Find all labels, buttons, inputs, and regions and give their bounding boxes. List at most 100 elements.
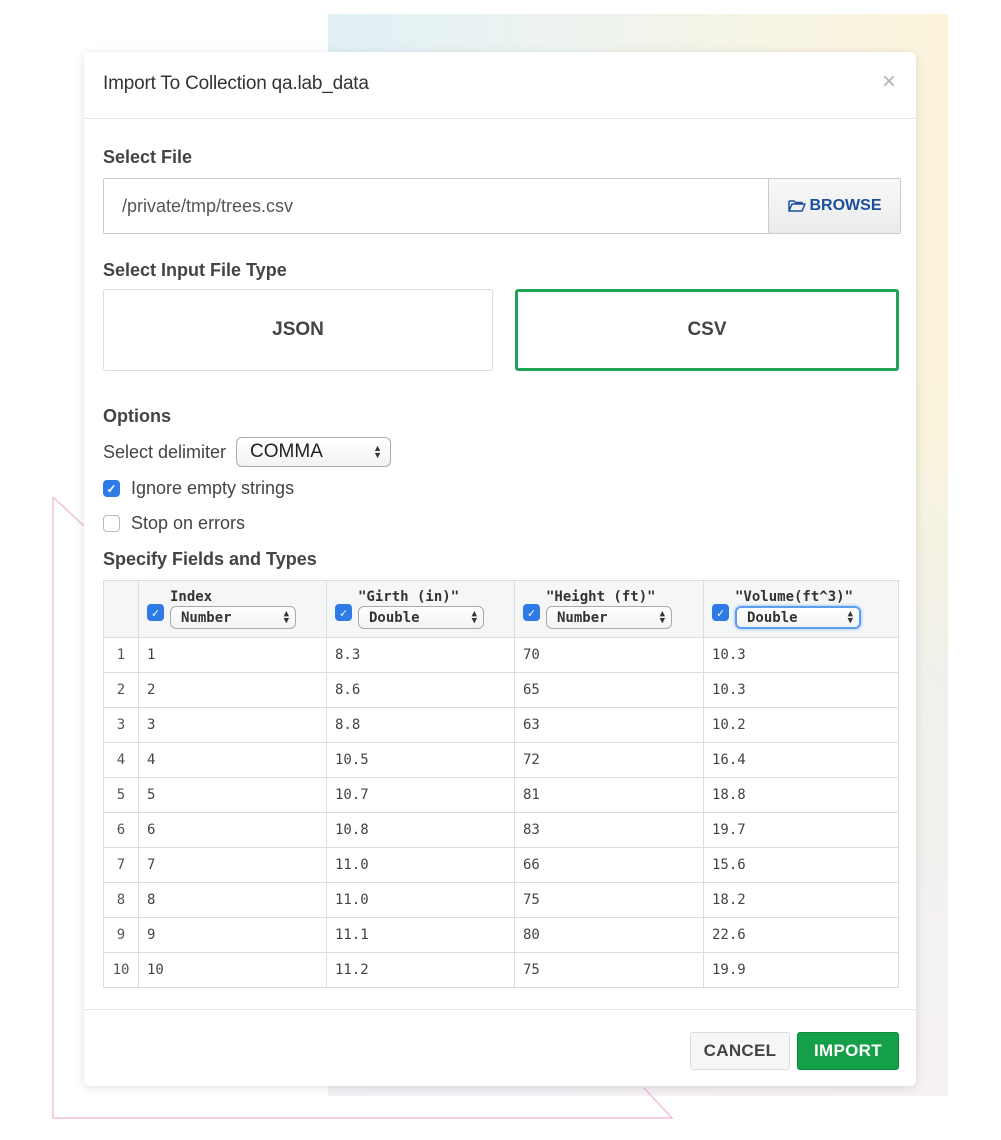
- column-type-select[interactable]: Number ▲ ▼: [546, 606, 672, 629]
- select-arrows-icon: ▲ ▼: [847, 608, 853, 626]
- row-number: 7: [103, 847, 139, 883]
- column-checkbox[interactable]: ✓: [523, 604, 540, 621]
- column-header: ✓ Index Number ▲ ▼: [138, 580, 327, 638]
- table-cell: 10.3: [703, 637, 899, 673]
- column-name: "Volume(ft^3)": [735, 589, 854, 605]
- table-cell: 8.8: [326, 707, 515, 743]
- table-cell: 8: [138, 882, 327, 918]
- row-number: 5: [103, 777, 139, 813]
- fields-header-row: ✓ Index Number ▲ ▼ ✓ "Girth (in)" Double…: [103, 580, 899, 638]
- options-label: Options: [103, 406, 171, 426]
- table-cell: 4: [138, 742, 327, 778]
- row-number: 10: [103, 952, 139, 988]
- table-cell: 10.5: [326, 742, 515, 778]
- table-cell: 3: [138, 707, 327, 743]
- table-row: 10 10 11.2 75 19.9: [103, 952, 899, 988]
- table-cell: 1: [138, 637, 327, 673]
- column-type-value: Double: [747, 609, 798, 626]
- table-cell: 5: [138, 777, 327, 813]
- table-cell: 19.7: [703, 812, 899, 848]
- table-row: 1 1 8.3 70 10.3: [103, 637, 899, 673]
- table-row: 3 3 8.8 63 10.2: [103, 707, 899, 743]
- row-number: 6: [103, 812, 139, 848]
- column-name: "Girth (in)": [358, 589, 460, 605]
- delimiter-value: COMMA: [250, 441, 323, 462]
- column-checkbox[interactable]: ✓: [147, 604, 164, 621]
- delimiter-row: Select delimiter COMMA ▲ ▼: [103, 437, 392, 467]
- column-type-value: Number: [557, 609, 608, 626]
- table-cell: 10.8: [326, 812, 515, 848]
- column-type-select[interactable]: Double ▲ ▼: [735, 606, 861, 629]
- row-number: 9: [103, 917, 139, 953]
- import-button[interactable]: IMPORT: [797, 1032, 899, 1070]
- table-cell: 8.3: [326, 637, 515, 673]
- stop-on-errors-row: Stop on errors: [103, 513, 245, 534]
- close-icon[interactable]: ×: [882, 70, 896, 94]
- file-picker: BROWSE: [103, 178, 901, 234]
- select-arrows-icon: ▲ ▼: [373, 443, 383, 460]
- ignore-empty-checkbox[interactable]: ✓: [103, 480, 120, 497]
- table-cell: 6: [138, 812, 327, 848]
- table-row: 7 7 11.0 66 15.6: [103, 847, 899, 883]
- file-type-csv[interactable]: CSV: [515, 289, 899, 371]
- column-type-select[interactable]: Number ▲ ▼: [170, 606, 296, 629]
- table-cell: 81: [514, 777, 704, 813]
- stop-on-errors-label: Stop on errors: [131, 513, 246, 533]
- select-arrows-icon: ▲ ▼: [659, 608, 665, 626]
- table-cell: 2: [138, 672, 327, 708]
- rownum-header: [103, 580, 139, 638]
- table-cell: 8.6: [326, 672, 515, 708]
- table-row: 2 2 8.6 65 10.3: [103, 672, 899, 708]
- table-cell: 75: [514, 882, 704, 918]
- table-cell: 75: [514, 952, 704, 988]
- stop-on-errors-checkbox[interactable]: [103, 515, 120, 532]
- browse-label: BROWSE: [809, 197, 882, 214]
- table-cell: 15.6: [703, 847, 899, 883]
- table-cell: 19.9: [703, 952, 899, 988]
- delimiter-label: Select delimiter: [103, 441, 227, 462]
- table-cell: 80: [514, 917, 704, 953]
- column-header: ✓ "Volume(ft^3)" Double ▲ ▼: [703, 580, 899, 638]
- table-cell: 18.2: [703, 882, 899, 918]
- row-number: 2: [103, 672, 139, 708]
- column-name: "Height (ft)": [546, 589, 656, 605]
- table-cell: 11.0: [326, 847, 515, 883]
- import-dialog: Import To Collection qa.lab_data × Selec…: [84, 52, 916, 1086]
- column-type-value: Number: [181, 609, 232, 626]
- table-row: 6 6 10.8 83 19.7: [103, 812, 899, 848]
- row-number: 3: [103, 707, 139, 743]
- table-cell: 22.6: [703, 917, 899, 953]
- fields-table-body: 1 1 8.3 70 10.3 2 2 8.6 65 10.3 3 3 8.8 63 10.2 4 4 10.5 7…: [103, 637, 899, 988]
- file-type-label: Select Input File Type: [103, 260, 287, 280]
- file-path-input[interactable]: [104, 179, 768, 233]
- table-cell: 16.4: [703, 742, 899, 778]
- row-number: 8: [103, 882, 139, 918]
- table-cell: 66: [514, 847, 704, 883]
- column-checkbox[interactable]: ✓: [335, 604, 352, 621]
- table-cell: 70: [514, 637, 704, 673]
- fields-label: Specify Fields and Types: [103, 549, 317, 569]
- table-cell: 11.0: [326, 882, 515, 918]
- browse-button[interactable]: BROWSE: [768, 179, 900, 233]
- column-name: Index: [170, 589, 213, 605]
- file-type-json[interactable]: JSON: [103, 289, 493, 371]
- table-cell: 72: [514, 742, 704, 778]
- cancel-button[interactable]: CANCEL: [690, 1032, 790, 1070]
- table-cell: 10.7: [326, 777, 515, 813]
- table-row: 5 5 10.7 81 18.8: [103, 777, 899, 813]
- table-cell: 83: [514, 812, 704, 848]
- table-row: 8 8 11.0 75 18.2: [103, 882, 899, 918]
- table-cell: 10.2: [703, 707, 899, 743]
- ignore-empty-label: Ignore empty strings: [131, 478, 295, 498]
- table-cell: 18.8: [703, 777, 899, 813]
- select-file-label: Select File: [103, 147, 193, 167]
- table-cell: 10.3: [703, 672, 899, 708]
- dialog-header: Import To Collection qa.lab_data ×: [84, 52, 916, 119]
- column-checkbox[interactable]: ✓: [712, 604, 729, 621]
- table-cell: 7: [138, 847, 327, 883]
- column-type-select[interactable]: Double ▲ ▼: [358, 606, 484, 629]
- row-number: 4: [103, 742, 139, 778]
- table-cell: 65: [514, 672, 704, 708]
- delimiter-select[interactable]: COMMA ▲ ▼: [236, 437, 392, 467]
- table-cell: 9: [138, 917, 327, 953]
